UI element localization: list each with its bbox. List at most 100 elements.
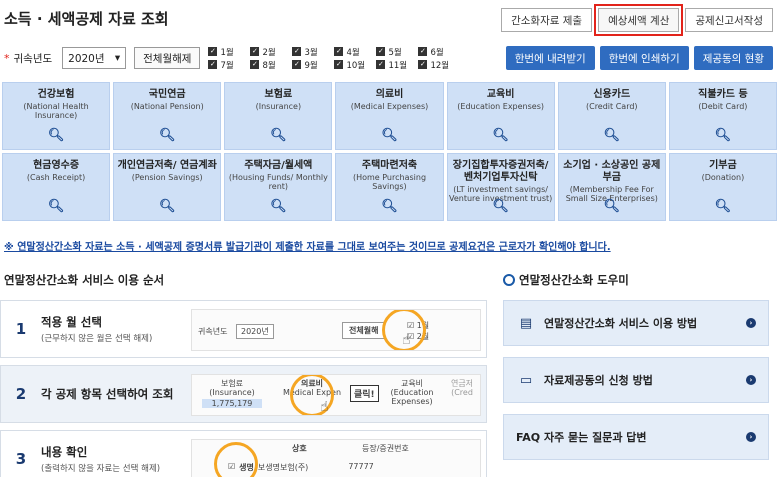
search-icon[interactable]: 🔍︎ — [448, 128, 554, 143]
search-icon[interactable]: 🔍︎ — [114, 128, 220, 143]
month-label: 5월 — [388, 47, 402, 58]
helper-usage-guide[interactable]: ▤ 연말정산간소화 서비스 이용 방법 › — [503, 300, 769, 346]
checkbox-checked-icon: ✓ — [250, 47, 260, 56]
required-mark: * — [4, 51, 10, 65]
month-checkbox[interactable]: ✓ 7월 — [208, 59, 250, 71]
tile-insurance[interactable]: 보험료 (Insurance) 🔍︎ — [224, 82, 333, 150]
month-checkbox[interactable]: ✓ 9월 — [292, 59, 334, 71]
tile-health-insurance[interactable]: 건강보험 (National Health Insurance) 🔍︎ — [2, 82, 111, 150]
year-select[interactable]: 2020년 ▾ — [62, 47, 127, 69]
month-checkbox[interactable]: ✓ 2월 — [250, 46, 292, 58]
print-all-button[interactable]: 한번에 인쇄하기 — [599, 46, 689, 70]
usage-steps: 1 적용 월 선택 (근무하지 않은 월은 선택 해제) 귀속년도 2020년 … — [0, 300, 487, 477]
mini-col-name: 연금저 — [450, 379, 474, 388]
helper-heading-text: 연말정산간소화 도우미 — [519, 273, 629, 287]
search-icon[interactable]: 🔍︎ — [3, 199, 109, 214]
month-checkbox[interactable]: ✓ 3월 — [292, 46, 334, 58]
search-icon[interactable]: 🔍︎ — [670, 128, 776, 143]
mini-col-sub: (Cred — [451, 388, 473, 397]
tile-debit-card[interactable]: 직불카드 등 (Debit Card) 🔍︎ — [668, 82, 777, 150]
tile-credit-card[interactable]: 신용카드 (Credit Card) 🔍︎ — [557, 82, 666, 150]
mini-year-select: 2020년 — [236, 324, 274, 339]
search-icon[interactable]: 🔍︎ — [114, 199, 220, 214]
tile-national-pension[interactable]: 국민연금 (National Pension) 🔍︎ — [113, 82, 222, 150]
tile-name: 개인연금저축/ 연금계좌 — [117, 160, 217, 171]
search-icon[interactable]: 🔍︎ — [448, 199, 554, 214]
month-checkbox[interactable]: ✓ 5월 — [376, 46, 418, 58]
tile-sub: (National Health Insurance) — [23, 102, 89, 120]
mini-header: 상호 — [292, 444, 307, 453]
tile-donation[interactable]: 기부금 (Donation) 🔍︎ — [668, 153, 777, 221]
estimate-tax-button[interactable]: 예상세액 계산 — [594, 4, 684, 36]
chevron-down-icon: ▾ — [114, 52, 121, 64]
submit-simplified-data-button[interactable]: 간소화자료 제출 — [501, 8, 593, 32]
year-select-value: 2020년 — [68, 52, 105, 65]
tile-sub: (Donation) — [701, 173, 745, 182]
deselect-all-months-button[interactable]: 전체월해제 — [134, 47, 201, 69]
helper-consent-request[interactable]: ▭ 자료제공동의 신청 방법 › — [503, 357, 769, 403]
deduction-notice-link[interactable]: ※ 연말정산간소화 자료는 소득 · 세액공제 증명서류 발급기관이 제출한 자… — [4, 238, 611, 253]
tile-lt-investment-savings[interactable]: 장기집합투자증권저축/ 벤처기업투자신탁 (LT investment savin… — [446, 153, 555, 221]
download-all-button[interactable]: 한번에 내려받기 — [505, 46, 595, 70]
tile-name: 현금영수증 — [33, 160, 80, 171]
tile-name: 주택마련저축 — [361, 160, 418, 171]
month-label: 12월 — [430, 60, 450, 71]
search-icon[interactable]: 🔍︎ — [336, 128, 442, 143]
month-label: 10월 — [346, 60, 366, 71]
tile-sub: (Debit Card) — [698, 102, 748, 111]
helper-label: 자료제공동의 신청 방법 — [544, 374, 653, 387]
checkbox-checked-icon: ✓ — [208, 60, 218, 69]
month-label: 2월 — [262, 47, 276, 58]
month-label: 4월 — [346, 47, 360, 58]
step-1: 1 적용 월 선택 (근무하지 않은 월은 선택 해제) 귀속년도 2020년 … — [0, 300, 487, 358]
tile-sub: (Insurance) — [255, 102, 302, 111]
month-checkbox[interactable]: ✓ 1월 — [208, 46, 250, 58]
chevron-right-icon: › — [746, 318, 756, 328]
tile-education-expenses[interactable]: 교육비 (Education Expenses) 🔍︎ — [446, 82, 555, 150]
month-checkbox[interactable]: ✓ 6월 — [418, 46, 460, 58]
helper-faq[interactable]: FAQ 자주 묻는 질문과 답변 › — [503, 414, 769, 460]
mini-value: 1,775,179 — [202, 399, 262, 408]
guide-icon: ▤ — [519, 315, 533, 331]
search-icon[interactable]: 🔍︎ — [3, 128, 109, 143]
month-checkbox[interactable]: ✓ 8월 — [250, 59, 292, 71]
search-icon[interactable]: 🔍︎ — [225, 128, 331, 143]
tile-cash-receipt[interactable]: 현금영수증 (Cash Receipt) 🔍︎ — [2, 153, 111, 221]
search-icon[interactable]: 🔍︎ — [670, 199, 776, 214]
tile-sub: (Medical Expenses) — [350, 102, 429, 111]
search-icon[interactable]: 🔍︎ — [336, 199, 442, 214]
month-checkbox[interactable]: ✓ 12월 — [418, 59, 460, 71]
helper-label: 연말정산간소화 서비스 이용 방법 — [544, 317, 698, 330]
search-icon[interactable]: 🔍︎ — [559, 128, 665, 143]
checkbox-checked-icon: ✓ — [334, 60, 344, 69]
step-text: 각 공제 항목 선택하여 조회 — [41, 386, 211, 402]
month-checkbox[interactable]: ✓ 4월 — [334, 46, 376, 58]
month-checkbox[interactable]: ✓ 11월 — [376, 59, 418, 71]
month-label: 11월 — [388, 60, 408, 71]
tile-small-enterprise-fee[interactable]: 소기업 · 소상공인 공제부금 (Membership Fee For Small… — [557, 153, 666, 221]
tile-sub: (Education Expenses) — [457, 102, 544, 111]
tile-pension-savings[interactable]: 개인연금저축/ 연금계좌 (Pension Savings) 🔍︎ — [113, 153, 222, 221]
chevron-right-icon: › — [746, 432, 756, 442]
step-sub: (출력하지 않을 자료는 선택 해제) — [41, 464, 161, 474]
tile-housing-funds[interactable]: 주택자금/월세액 (Housing Funds/ Monthly rent) 🔍︎ — [224, 153, 333, 221]
tile-home-purchasing-savings[interactable]: 주택마련저축 (Home Purchasing Savings) 🔍︎ — [335, 153, 444, 221]
tile-sub: (National Pension) — [130, 102, 204, 111]
checkbox-checked-icon: ✓ — [292, 60, 302, 69]
mini-col-name: 보험료 — [220, 379, 244, 388]
tile-name: 직불카드 등 — [698, 89, 748, 100]
step-title: 각 공제 항목 선택하여 조회 — [41, 387, 174, 401]
month-checkbox[interactable]: ✓ 10월 — [334, 59, 376, 71]
consent-status-button[interactable]: 제공동의 현황 — [693, 46, 773, 70]
page-title: 소득 · 세액공제 자료 조회 — [4, 10, 169, 28]
bulk-actions: 한번에 내려받기 한번에 인쇄하기 제공동의 현황 — [505, 46, 773, 70]
tile-name: 교육비 — [486, 89, 515, 100]
cursor-hand-icon: ☝ — [402, 332, 411, 348]
write-deduction-report-button[interactable]: 공제신고서작성 — [685, 8, 773, 32]
search-icon[interactable]: 🔍︎ — [225, 199, 331, 214]
tile-medical-expenses[interactable]: 의료비 (Medical Expenses) 🔍︎ — [335, 82, 444, 150]
helper-label: FAQ 자주 묻는 질문과 답변 — [516, 431, 647, 444]
tile-sub: (Housing Funds/ Monthly rent) — [228, 173, 328, 191]
search-icon[interactable]: 🔍︎ — [559, 199, 665, 214]
mini-year-row: 귀속년도 2020년 — [198, 324, 274, 339]
